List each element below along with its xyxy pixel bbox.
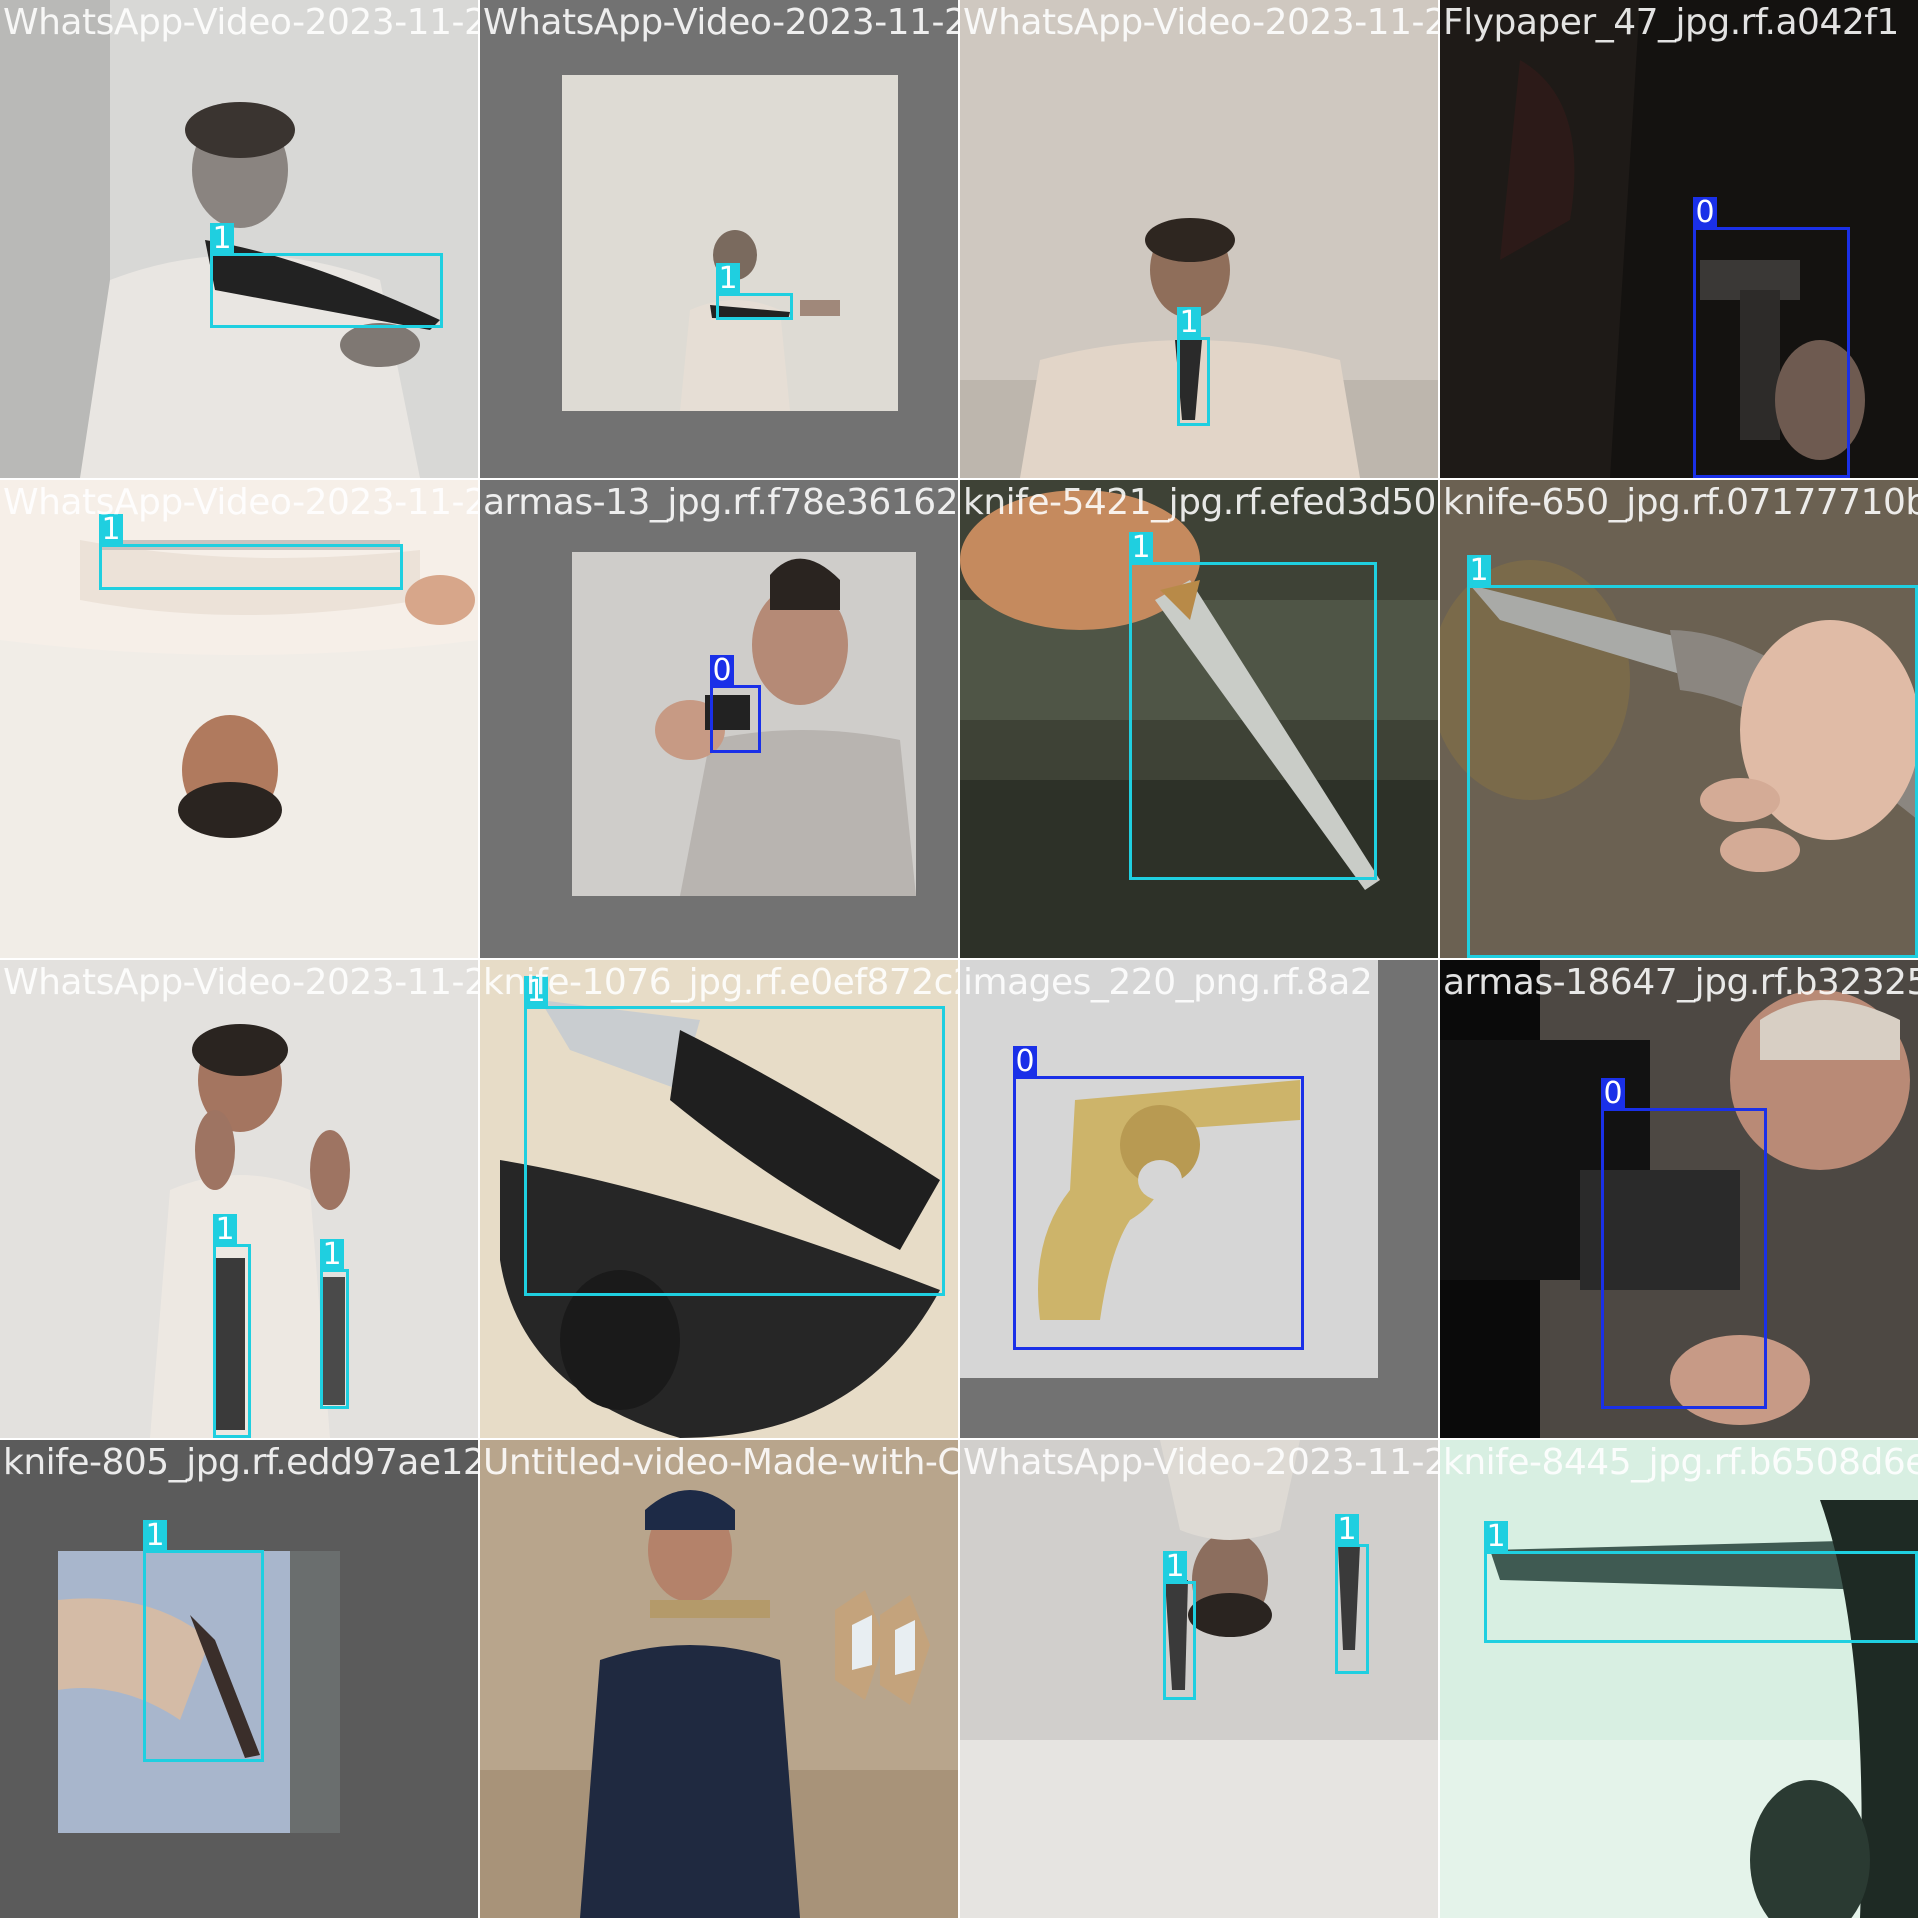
tile-image — [480, 1440, 958, 1918]
training-batch-mosaic: WhatsApp-Video-2023-11-22-at-19.47.53_mp… — [0, 0, 1920, 1920]
class-label: 0 — [1601, 1078, 1625, 1109]
mosaic-tile: WhatsApp-Video-2023-11-22-at-19.47.53_mp… — [480, 0, 958, 478]
mosaic-tile: WhatsApp-Video-2023-11-22-at-19.47.53_mp… — [0, 960, 478, 1438]
detection-box: 1 — [213, 1214, 251, 1438]
detection-box: 1 — [1484, 1521, 1918, 1643]
mosaic-tile: knife-1076_jpg.rf.e0ef872c20e372bfe03d4 … — [480, 960, 958, 1438]
tile-filename: knife-650_jpg.rf.07177710b2 — [1443, 482, 1918, 523]
tile-filename: armas-18647_jpg.rf.b32325b — [1443, 962, 1918, 1003]
detection-box: 0 — [710, 655, 761, 753]
class-label: 0 — [1013, 1046, 1037, 1077]
mosaic-tile: knife-8445_jpg.rf.b6508d6e25 1 — [1440, 1440, 1918, 1918]
class-label: 1 — [1467, 555, 1491, 586]
detection-box: 1 — [320, 1239, 349, 1409]
class-label: 1 — [320, 1239, 344, 1270]
detection-box: 0 — [1601, 1078, 1767, 1409]
class-label: 1 — [213, 1214, 237, 1245]
detection-box: 1 — [99, 514, 403, 590]
class-label: 1 — [143, 1520, 167, 1551]
mosaic-tile: WhatsApp-Video-2023-11-22-at-19.47.53_mp… — [0, 480, 478, 958]
class-label: 0 — [1693, 197, 1717, 228]
tile-image — [480, 0, 958, 478]
class-label: 1 — [716, 263, 740, 294]
detection-box: 1 — [1335, 1514, 1369, 1674]
detection-box: 1 — [1129, 532, 1377, 880]
class-label: 1 — [1129, 532, 1153, 563]
mosaic-tile: knife-650_jpg.rf.07177710b2 1 — [1440, 480, 1918, 958]
detection-box: 1 — [143, 1520, 264, 1762]
tile-filename: WhatsApp-Video-2023-11-22-at-19.47.53_mp — [963, 1442, 1438, 1483]
tile-filename: knife-805_jpg.rf.edd97ae123 — [3, 1442, 478, 1483]
class-label: 0 — [710, 655, 734, 686]
mosaic-tile: armas-13_jpg.rf.f78e36162708e642af4976 0 — [480, 480, 958, 958]
tile-filename: knife-1076_jpg.rf.e0ef872c20e372bfe03d4 — [483, 962, 958, 1003]
tile-filename: armas-13_jpg.rf.f78e36162708e642af4976 — [483, 482, 958, 523]
tile-filename: WhatsApp-Video-2023-11-22-at-19.47.53_mp — [3, 482, 478, 523]
class-label: 1 — [1335, 1514, 1359, 1545]
tile-filename: knife-5421_jpg.rf.efed3d503941fdc6502c82… — [963, 482, 1438, 523]
detection-box: 0 — [1693, 197, 1850, 478]
tile-filename: Flypaper_47_jpg.rf.a042f1 — [1443, 2, 1899, 43]
mosaic-tile: armas-18647_jpg.rf.b32325b 0 — [1440, 960, 1918, 1438]
class-label: 1 — [1484, 1521, 1508, 1552]
tile-filename: WhatsApp-Video-2023-11-22-at-19.47.53_mp — [3, 962, 478, 1003]
detection-box: 1 — [1467, 555, 1918, 958]
mosaic-tile: knife-805_jpg.rf.edd97ae123 1 — [0, 1440, 478, 1918]
class-label: 1 — [1163, 1551, 1187, 1582]
detection-box: 1 — [1163, 1551, 1196, 1700]
mosaic-tile: knife-5421_jpg.rf.efed3d503941fdc6502c82… — [960, 480, 1438, 958]
tile-filename: WhatsApp-Video-2023-11-22-at-19.47.53_mp — [3, 2, 478, 43]
detection-box: 1 — [524, 976, 945, 1296]
mosaic-tile: Flypaper_47_jpg.rf.a042f1 0 — [1440, 0, 1918, 478]
tile-image — [0, 0, 478, 478]
tile-filename: Untitled-video-Made-with-Clip — [483, 1442, 958, 1483]
tile-image — [1440, 1440, 1918, 1918]
detection-box: 1 — [1177, 307, 1210, 426]
class-label: 1 — [210, 223, 234, 254]
detection-box: 1 — [210, 223, 443, 328]
tile-filename: WhatsApp-Video-2023-11-22-at-19.47.53_mp — [963, 2, 1438, 43]
tile-filename: knife-8445_jpg.rf.b6508d6e25 — [1443, 1442, 1918, 1483]
mosaic-tile: Untitled-video-Made-with-Clip — [480, 1440, 958, 1918]
tile-filename: WhatsApp-Video-2023-11-22-at-19.47.53_mp — [483, 2, 958, 43]
detection-box: 0 — [1013, 1046, 1304, 1350]
mosaic-tile: WhatsApp-Video-2023-11-22-at-19.47.53_mp… — [0, 0, 478, 478]
detection-box: 1 — [716, 263, 793, 320]
mosaic-tile: WhatsApp-Video-2023-11-22-at-19.47.53_mp… — [960, 1440, 1438, 1918]
mosaic-tile: WhatsApp-Video-2023-11-22-at-19.47.53_mp… — [960, 0, 1438, 478]
class-label: 1 — [1177, 307, 1201, 338]
mosaic-tile: images_220_png.rf.8a2 0 — [960, 960, 1438, 1438]
tile-image — [960, 1440, 1438, 1918]
tile-filename: images_220_png.rf.8a2 — [963, 962, 1373, 1003]
